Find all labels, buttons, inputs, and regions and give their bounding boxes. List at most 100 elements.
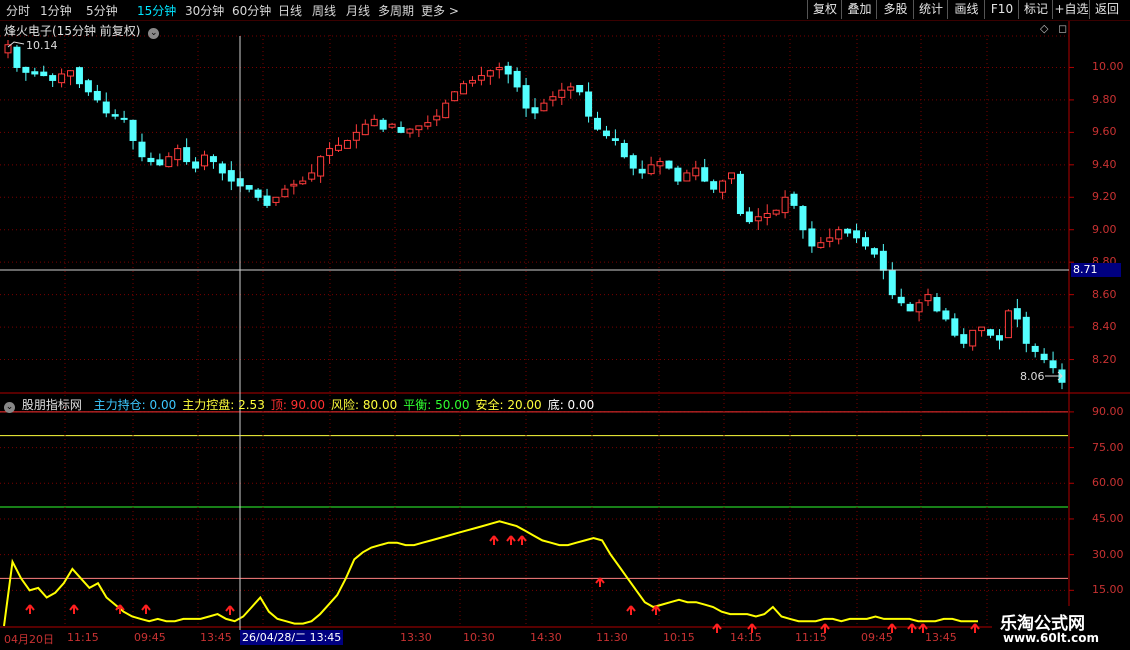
candle-body [1004,310,1012,339]
candle-body [31,71,39,75]
stock-title-text: 烽火电子(15分钟 前复权) [4,24,141,38]
candle-body [281,188,289,198]
period-tab-1[interactable]: 1分钟 [40,2,72,19]
time-axis-tick: 11:15 [795,631,827,644]
time-axis-tick: 14:15 [730,631,762,644]
candle-body [379,119,387,130]
diamond-icon[interactable]: ◇ [1040,22,1048,35]
candle-body [602,130,610,137]
candle-body [1013,308,1021,320]
period-tab-8[interactable]: 月线 [346,2,370,19]
toolbar-button-0[interactable]: 复权 [807,0,842,19]
indicator-axis-tick: 30.00 [1092,547,1124,561]
candle-body [594,117,602,130]
crosshair-price-label: 8.71 [1071,263,1121,277]
candle-body [835,229,843,240]
candle-body [290,183,298,187]
period-tab-6[interactable]: 日线 [278,2,302,19]
candle-body [995,335,1003,341]
period-tab-3[interactable]: 15分钟 [137,2,176,19]
candle-body [710,181,718,190]
candle-body [987,329,995,336]
candle-body [969,329,977,347]
candle-body [218,163,226,174]
time-axis-tick: 04月20日 [4,633,54,646]
candle-body [567,86,575,91]
period-tab-0[interactable]: 分时 [6,2,30,19]
period-tab-9[interactable]: 多周期 [378,2,414,19]
chevron-down-icon[interactable]: ⌄ [148,28,160,39]
candle-body [442,102,450,119]
price-axis-tick: 8.40 [1092,320,1117,334]
candle-body [406,128,414,134]
candle-body [468,79,476,84]
candle-body [415,125,423,131]
low-price-tag: 8.06 [1020,370,1045,383]
price-axis-tick: 8.60 [1092,287,1117,301]
price-axis-tick: 9.00 [1092,222,1117,236]
time-axis-tick: 13:30 [400,631,432,644]
toolbar-button-3[interactable]: 统计 [913,0,948,19]
candle-body [58,73,66,84]
toolbar-button-1[interactable]: 叠加 [841,0,877,19]
crosshair-time-label: 26/04/28/二 13:45 [240,630,344,645]
candle-body [799,206,807,231]
candle-body [201,154,209,167]
indicator-axis-tick: 60.00 [1092,476,1124,490]
candle-body [495,66,503,71]
candle-body [13,46,21,68]
watermark-url: www.60lt.com [1003,631,1100,645]
indicator-name[interactable]: 股朋指标网 [22,398,82,412]
indicator-axis-tick: 15.00 [1092,583,1124,597]
candle-body [870,248,878,255]
candle-body [22,66,30,73]
candle-body [897,296,905,304]
period-tab-7[interactable]: 周线 [312,2,336,19]
toolbar-button-7[interactable]: +自选 [1052,0,1090,19]
indicator-field-0: 主力持仓: 0.00 [93,398,177,412]
time-axis-tick: 13:45 [925,631,957,644]
candle-body [451,91,459,102]
toolbar-button-6[interactable]: 标记 [1018,0,1053,19]
candle-body [254,189,262,198]
time-axis-tick: 13:45 [200,631,232,644]
candle-body [326,148,334,156]
candle-body [308,172,316,180]
period-tab-10[interactable]: 更多 > [421,2,459,19]
candle-body [227,170,235,182]
candle-body [781,196,789,214]
candle-body [343,139,351,149]
high-price-tag: 10.14 [26,39,58,52]
indicator-header: ⌄ 股朋指标网 主力持仓: 0.00 主力控盘: 2.53 顶: 90.00 风险: … [4,396,600,413]
period-tab-4[interactable]: 30分钟 [185,2,224,19]
candle-body [67,70,75,77]
candle-body [942,310,950,320]
toolbar-button-8[interactable]: 返回 [1089,0,1124,19]
candle-body [906,303,914,312]
toolbar-button-5[interactable]: F10 [984,0,1019,19]
toolbar-button-2[interactable]: 多股 [876,0,914,19]
candle-body [317,156,325,177]
candle-body [138,141,146,158]
candle-body [245,185,253,190]
toolbar-button-4[interactable]: 画线 [947,0,985,19]
close-icon[interactable]: ◻ [1058,22,1067,35]
candle-body [576,84,584,93]
chart-canvas[interactable] [0,0,1130,650]
stock-title[interactable]: 烽火电子(15分钟 前复权) ⌄ [4,22,160,39]
candle-body [183,147,191,163]
candle-body [84,80,92,93]
candle-body [861,237,869,247]
chevron-down-icon[interactable]: ⌄ [4,402,15,413]
period-tab-2[interactable]: 5分钟 [86,2,118,19]
period-tab-5[interactable]: 60分钟 [232,2,271,19]
candle-body [120,117,128,120]
candle-body [1031,345,1039,352]
candle-body [924,294,932,302]
candle-body [549,96,557,101]
candle-body [1040,353,1048,361]
candle-body [165,156,173,168]
candle-body [629,155,637,169]
candle-body [49,75,57,81]
price-axis-tick: 10.00 [1092,60,1124,74]
